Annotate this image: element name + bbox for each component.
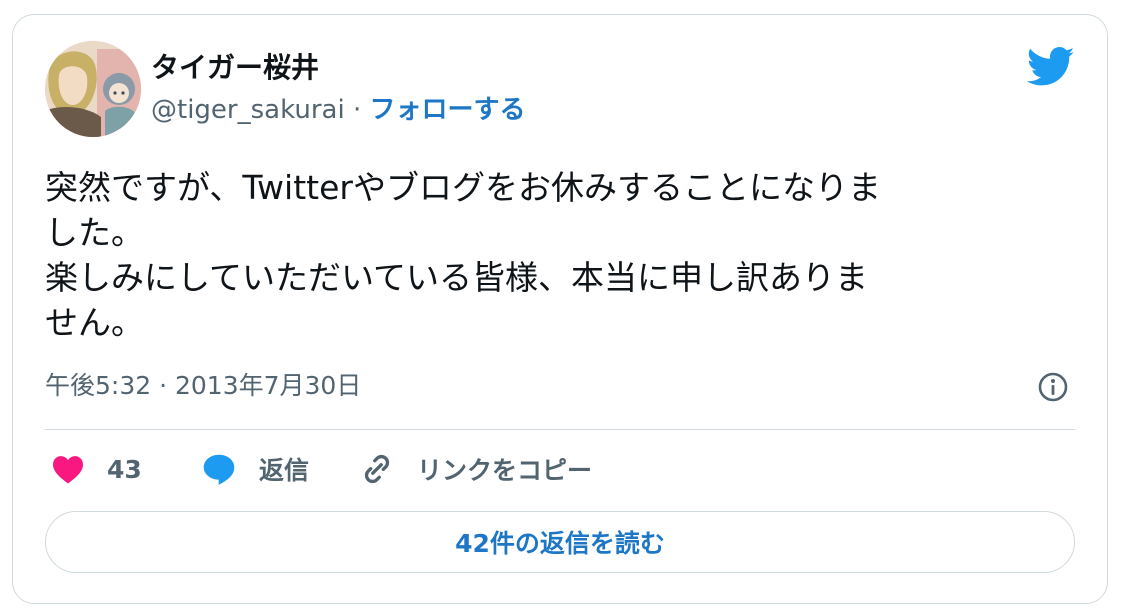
info-icon-graphic [1038,372,1068,402]
twitter-bird-graphic [1026,47,1075,86]
link-icon [364,455,390,483]
info-icon[interactable] [1037,371,1069,403]
tweet-text-line: 突然ですが、Twitterやブログをお休みすることになりま [45,168,881,207]
tweet-text-line: 楽しみにしていただいている皆様、本当に申し訳ありま [45,258,869,297]
tweet-text: 突然ですが、Twitterやブログをお休みすることになりま した。 楽しみにして… [45,165,1055,345]
avatar[interactable] [45,41,141,137]
twitter-bird-icon[interactable] [1026,47,1075,87]
tweet-card: タイガー桜井 @tiger_sakurai · フォローする 突然ですが、Twi… [12,14,1108,604]
copy-link-button[interactable]: リンクをコピー [359,449,592,489]
follow-button[interactable]: フォローする [369,95,525,125]
like-count: 43 [107,454,142,484]
display-name[interactable]: タイガー桜井 [151,51,319,85]
tweet-timestamp[interactable]: 午後5:32 · 2013年7月30日 [45,369,361,403]
tweet-text-line: した。 [45,213,144,252]
avatar-illustration [45,41,141,137]
like-button[interactable]: 43 [51,449,142,489]
divider [45,429,1075,430]
speech-bubble-icon [203,454,235,485]
user-handle[interactable]: @tiger_sakurai [151,95,345,125]
tweet-text-line: せん。 [45,303,144,342]
heart-icon [53,456,83,484]
handle-row: @tiger_sakurai · フォローする [151,93,525,127]
copy-link-label: リンクをコピー [417,456,593,485]
reply-label: 返信 [259,456,310,485]
separator-dot: · [352,95,362,125]
reply-button[interactable]: 返信 [201,449,309,489]
read-replies-button[interactable]: 42件の返信を読む [45,511,1075,573]
